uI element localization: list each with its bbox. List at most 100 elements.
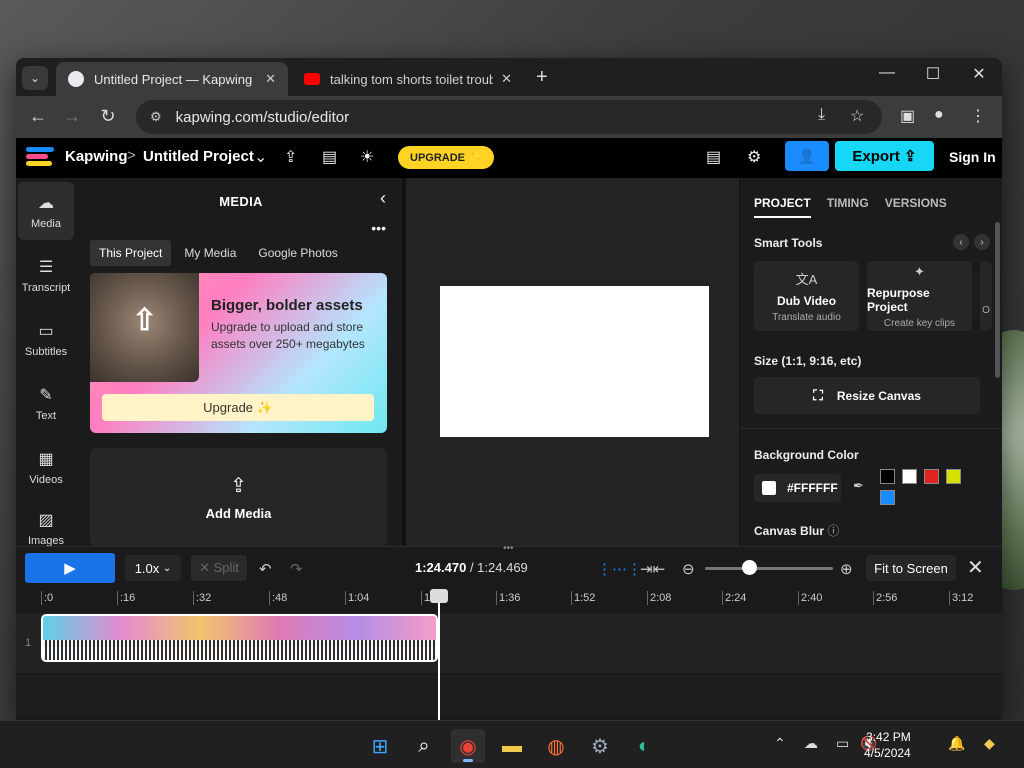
- minimize-button[interactable]: —: [864, 64, 910, 82]
- forward-button[interactable]: →: [60, 106, 84, 127]
- lightbulb-icon[interactable]: ☀: [360, 147, 374, 167]
- dub-video-card[interactable]: 文A Dub Video Translate audio: [754, 261, 859, 331]
- search-icon[interactable]: ⌕: [407, 729, 441, 763]
- file-explorer-icon[interactable]: ▬: [495, 729, 529, 763]
- address-bar[interactable]: ⚙ kapwing.com/studio/editor: [136, 100, 882, 134]
- more-options-icon[interactable]: •••: [371, 220, 386, 236]
- playhead-line[interactable]: [438, 591, 440, 720]
- undo-icon[interactable]: ↶: [259, 560, 272, 578]
- close-window-button[interactable]: ✕: [956, 64, 1002, 84]
- settings-gear-icon[interactable]: ⚙: [583, 729, 617, 763]
- side-panel-icon[interactable]: ▣: [900, 106, 915, 126]
- notification-bell-icon[interactable]: 🔔: [948, 735, 965, 752]
- preset-color-black[interactable]: [880, 469, 895, 484]
- reload-button[interactable]: ↻: [96, 106, 120, 127]
- rail-item-videos[interactable]: ▦ Videos: [18, 438, 74, 496]
- ruler-tick: 2:56: [873, 591, 897, 605]
- tab-google-photos[interactable]: Google Photos: [249, 240, 346, 266]
- profile-avatar-icon[interactable]: ●: [934, 106, 944, 124]
- scroll-right-icon[interactable]: ›: [974, 234, 990, 250]
- windows-start-icon[interactable]: ⊞: [363, 729, 397, 763]
- tab-this-project[interactable]: This Project: [90, 240, 172, 266]
- snap-magnet-icon[interactable]: ⋮⋯⋮: [597, 560, 642, 578]
- comments-icon[interactable]: ▤: [706, 147, 721, 167]
- tab-youtube[interactable]: talking tom shorts toilet trouble ✕: [292, 62, 524, 96]
- sign-in-link[interactable]: Sign In: [949, 149, 996, 165]
- display-icon[interactable]: ▭: [836, 735, 849, 752]
- upgrade-button[interactable]: UPGRADE ✨: [398, 146, 494, 169]
- tab-project[interactable]: PROJECT: [754, 196, 811, 218]
- cloud-icon[interactable]: ☁: [804, 735, 818, 752]
- tool-subtitle: Create key clips: [883, 317, 956, 329]
- rail-item-transcript[interactable]: ☰ Transcript: [18, 246, 74, 304]
- new-tab-button[interactable]: +: [536, 66, 548, 89]
- play-button[interactable]: ▶: [25, 553, 115, 583]
- resize-canvas-button[interactable]: ⛶ Resize Canvas: [754, 377, 980, 414]
- firefox-icon[interactable]: ◍: [539, 729, 573, 763]
- site-info-icon[interactable]: ⚙: [150, 109, 162, 125]
- playback-speed-select[interactable]: 1.0x ⌄: [125, 555, 181, 581]
- tab-timing[interactable]: TIMING: [827, 196, 869, 218]
- rail-item-images[interactable]: ▨ Images: [18, 502, 74, 547]
- repurpose-project-card[interactable]: ✦ Repurpose Project Create key clips: [867, 261, 972, 331]
- export-button[interactable]: Export ⇪: [835, 141, 934, 171]
- bookmark-star-icon[interactable]: ☆: [850, 106, 864, 126]
- brand-name[interactable]: Kapwing: [65, 148, 128, 165]
- zoom-slider-track[interactable]: [705, 567, 833, 570]
- collapse-panel-icon[interactable]: ‹: [380, 188, 386, 209]
- close-timeline-icon[interactable]: ✕: [967, 555, 984, 580]
- rail-item-text[interactable]: ✎ Text: [18, 374, 74, 432]
- fit-to-screen-button[interactable]: Fit to Screen: [866, 555, 956, 581]
- preset-color-blue[interactable]: [880, 490, 895, 505]
- preset-color-white[interactable]: [902, 469, 917, 484]
- help-icon[interactable]: ⓘ: [827, 524, 839, 538]
- video-clip[interactable]: [41, 614, 438, 662]
- zoom-in-icon[interactable]: ⊕: [840, 560, 853, 578]
- browser-menu-icon[interactable]: ⋮: [970, 106, 986, 126]
- maximize-button[interactable]: ☐: [910, 64, 956, 84]
- chevron-up-icon[interactable]: ⌃: [774, 735, 786, 752]
- redo-icon[interactable]: ↷: [290, 560, 303, 578]
- promo-upgrade-button[interactable]: Upgrade ✨: [102, 394, 374, 421]
- invite-user-button[interactable]: 👤: [785, 141, 829, 171]
- tab-kapwing[interactable]: Untitled Project — Kapwing ✕: [56, 62, 288, 96]
- video-canvas[interactable]: [440, 286, 709, 437]
- settings-gear-icon[interactable]: ⚙: [747, 147, 761, 167]
- subtitles-shortcut-icon[interactable]: ▤: [322, 147, 337, 167]
- tab-versions[interactable]: VERSIONS: [885, 196, 947, 218]
- preset-color-red[interactable]: [924, 469, 939, 484]
- chevron-down-icon: ⌄: [29, 71, 41, 85]
- playhead-handle[interactable]: [430, 589, 448, 603]
- time-ruler[interactable]: :0 :16 :32 :48 1:04 1:20 1:36 1:52 2:08 …: [16, 591, 1002, 607]
- panel-scrollbar[interactable]: [995, 222, 1000, 378]
- back-button[interactable]: ←: [26, 106, 50, 127]
- tab-search-button[interactable]: ⌄: [22, 66, 48, 90]
- zoom-slider-handle[interactable]: [742, 560, 757, 575]
- chevron-down-icon[interactable]: ⌄: [254, 147, 267, 167]
- preset-color-yellow[interactable]: [946, 469, 961, 484]
- rail-item-media[interactable]: ☁ Media: [18, 182, 74, 240]
- resize-handle-icon[interactable]: •••: [503, 543, 514, 554]
- close-tab-icon[interactable]: ✕: [265, 71, 276, 87]
- system-clock[interactable]: 3:42 PM 4/5/2024: [864, 729, 911, 761]
- edge-icon[interactable]: ◐: [627, 729, 661, 763]
- more-tools-card[interactable]: O: [980, 261, 992, 331]
- add-media-button[interactable]: ⇪ Add Media: [90, 448, 387, 546]
- background-color-input[interactable]: #FFFFFF: [754, 474, 841, 502]
- install-app-icon[interactable]: ⤓: [818, 106, 825, 124]
- scroll-left-icon[interactable]: ‹: [953, 234, 969, 250]
- fit-width-icon[interactable]: ⇥⇤: [640, 560, 665, 578]
- project-name[interactable]: Untitled Project: [143, 148, 254, 165]
- tab-my-media[interactable]: My Media: [175, 240, 245, 266]
- canvas-blur-text: Canvas Blur: [754, 524, 825, 538]
- rail-item-subtitles[interactable]: ▭ Subtitles: [18, 310, 74, 368]
- kapwing-logo-icon[interactable]: [26, 147, 54, 169]
- copilot-icon[interactable]: ◆: [984, 735, 995, 752]
- eyedropper-icon[interactable]: ✒: [853, 478, 864, 494]
- share-icon[interactable]: ⇪: [284, 147, 297, 167]
- chrome-icon[interactable]: ◉: [451, 729, 485, 763]
- close-tab-icon[interactable]: ✕: [501, 71, 512, 87]
- ruler-tick: 2:08: [647, 591, 671, 605]
- split-button[interactable]: ✕ Split: [191, 555, 247, 581]
- zoom-out-icon[interactable]: ⊖: [682, 560, 695, 578]
